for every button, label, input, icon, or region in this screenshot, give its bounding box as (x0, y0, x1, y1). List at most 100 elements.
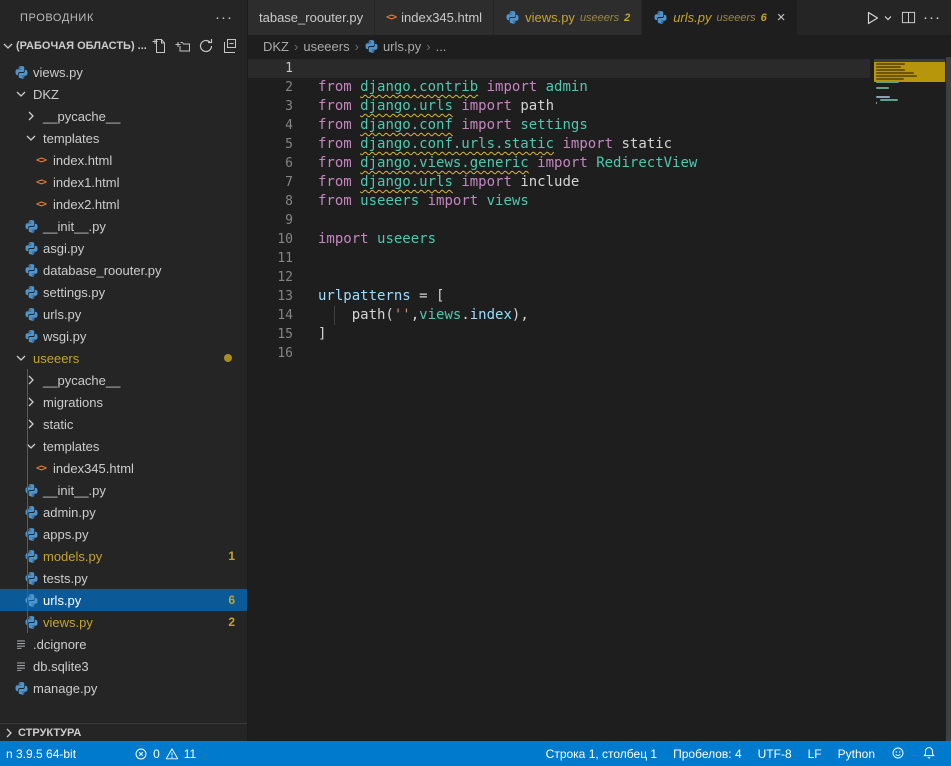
tree-folder-DKZ[interactable]: DKZ (0, 83, 247, 105)
code-line-4[interactable]: 4from django.conf import settings (248, 116, 870, 135)
code-line-7[interactable]: 7from django.urls import include (248, 173, 870, 192)
cursor-position[interactable]: Строка 1, столбец 1 (542, 741, 661, 766)
breadcrumb-item-...[interactable]: ... (436, 39, 447, 54)
python-interpreter-status[interactable]: n 3.9.5 64-bit (2, 741, 80, 766)
tree-file-models.py[interactable]: models.py1 (0, 545, 247, 567)
tree-file-wsgi.py[interactable]: wsgi.py (0, 325, 247, 347)
code-line-11[interactable]: 11 (248, 249, 870, 268)
code-line-16[interactable]: 16 (248, 344, 870, 363)
tree-file-settings.py[interactable]: settings.py (0, 281, 247, 303)
tree-item-label: views.py (43, 615, 93, 630)
run-button[interactable] (861, 7, 883, 29)
tree-item-label: urls.py (43, 307, 81, 322)
tree-item-label: settings.py (43, 285, 105, 300)
tree-folder-useeers[interactable]: useeers (0, 347, 247, 369)
tree-item-label: wsgi.py (43, 329, 86, 344)
workspace-section-header[interactable]: (РАБОЧАЯ ОБЛАСТЬ) ... (0, 35, 247, 57)
tree-item-label: __pycache__ (43, 109, 120, 124)
code-line-3[interactable]: 3from django.urls import path (248, 97, 870, 116)
tab-description: useeers (580, 12, 619, 24)
tree-folder-__pycache__[interactable]: __pycache__ (0, 105, 247, 127)
code-line-8[interactable]: 8from useeers import views (248, 192, 870, 211)
tree-file-database_roouter.py[interactable]: database_roouter.py (0, 259, 247, 281)
explorer-more-actions-button[interactable]: ··· (215, 9, 233, 26)
editor-scrollbar[interactable] (946, 57, 951, 741)
code-editor[interactable]: 12from django.contrib import admin3from … (248, 57, 951, 741)
eol[interactable]: LF (804, 741, 826, 766)
tree-file-tests.py[interactable]: tests.py (0, 567, 247, 589)
tree-file-db.sqlite3[interactable]: db.sqlite3 (0, 655, 247, 677)
tree-file-index1.html[interactable]: <>index1.html (0, 171, 247, 193)
tree-file-index2.html[interactable]: <>index2.html (0, 193, 247, 215)
split-editor-button[interactable] (897, 7, 919, 29)
tree-folder-templates[interactable]: templates (0, 127, 247, 149)
tree-file-apps.py[interactable]: apps.py (0, 523, 247, 545)
run-dropdown[interactable] (881, 7, 895, 29)
collapse-folders-button[interactable] (221, 38, 237, 54)
tree-file-manage.py[interactable]: manage.py (0, 677, 247, 699)
tab-database-roouter[interactable]: tabase_roouter.py (248, 0, 375, 35)
code-line-10[interactable]: 10import useeers (248, 230, 870, 249)
breadcrumb-item-urls.py[interactable]: urls.py (364, 39, 421, 54)
split-icon (897, 7, 919, 29)
tree-indent-guide (27, 369, 28, 633)
minimap[interactable] (874, 57, 945, 741)
new-folder-button[interactable] (175, 38, 191, 54)
code-line-15[interactable]: 15] (248, 325, 870, 344)
close-tab-icon[interactable]: × (777, 10, 786, 25)
code-line-2[interactable]: 2from django.contrib import admin (248, 78, 870, 97)
notifications-button[interactable] (918, 741, 941, 766)
tree-folder-templates[interactable]: templates (0, 435, 247, 457)
tab-label: index345.html (401, 10, 482, 25)
code-line-1[interactable]: 1 (248, 59, 870, 78)
chevron-down-icon (23, 438, 39, 454)
tree-file-asgi.py[interactable]: asgi.py (0, 237, 247, 259)
minimap-line (876, 66, 901, 68)
minimap-line (876, 102, 877, 104)
tree-file-urls.py[interactable]: urls.py6 (0, 589, 247, 611)
line-number: 4 (248, 116, 293, 135)
outline-section-header[interactable]: СТРУКТУРА (0, 723, 247, 741)
tree-file-__init__.py[interactable]: __init__.py (0, 215, 247, 237)
code-line-14[interactable]: 14 path('',views.index), (248, 306, 870, 325)
language-mode[interactable]: Python (834, 741, 879, 766)
feedback-button[interactable] (887, 741, 910, 766)
tree-file-urls.py[interactable]: urls.py (0, 303, 247, 325)
tree-file-views.py[interactable]: views.py (0, 61, 247, 83)
language-mode-label: Python (838, 747, 875, 761)
tree-folder-__pycache__[interactable]: __pycache__ (0, 369, 247, 391)
feedback-icon (891, 746, 906, 761)
tree-file-index345.html[interactable]: <>index345.html (0, 457, 247, 479)
problems-status[interactable]: 011 (130, 741, 200, 766)
tab-urls[interactable]: urls.pyuseeers6× (642, 0, 797, 35)
workspace-section-label: (РАБОЧАЯ ОБЛАСТЬ) ... (16, 40, 147, 52)
breadcrumb-separator: › (294, 39, 298, 54)
indentation[interactable]: Пробелов: 4 (669, 741, 746, 766)
tree-file-__init__.py[interactable]: __init__.py (0, 479, 247, 501)
tree-folder-static[interactable]: static (0, 413, 247, 435)
code-line-9[interactable]: 9 (248, 211, 870, 230)
line-number: 7 (248, 173, 293, 192)
refresh-button[interactable] (198, 38, 214, 54)
line-number: 14 (248, 306, 293, 325)
code-line-13[interactable]: 13urlpatterns = [ (248, 287, 870, 306)
tab-views[interactable]: views.pyuseeers2 (494, 0, 642, 35)
encoding[interactable]: UTF-8 (754, 741, 796, 766)
tree-file-.dcignore[interactable]: .dcignore (0, 633, 247, 655)
code-line-5[interactable]: 5from django.conf.urls.static import sta… (248, 135, 870, 154)
tree-file-admin.py[interactable]: admin.py (0, 501, 247, 523)
ellipsis-icon: ··· (921, 7, 943, 29)
tree-item-label: index.html (53, 153, 112, 168)
breadcrumb-item-DKZ[interactable]: DKZ (263, 39, 289, 54)
new-file-button[interactable] (152, 38, 168, 54)
more-actions-button[interactable]: ··· (921, 7, 943, 29)
tab-index345[interactable]: <>index345.html (375, 0, 494, 35)
tree-file-index.html[interactable]: <>index.html (0, 149, 247, 171)
python-icon (24, 219, 39, 234)
tree-item-label: urls.py (43, 593, 81, 608)
code-line-12[interactable]: 12 (248, 268, 870, 287)
breadcrumb-item-useeers[interactable]: useeers (303, 39, 349, 54)
tree-folder-migrations[interactable]: migrations (0, 391, 247, 413)
tree-file-views.py[interactable]: views.py2 (0, 611, 247, 633)
code-line-6[interactable]: 6from django.views.generic import Redire… (248, 154, 870, 173)
